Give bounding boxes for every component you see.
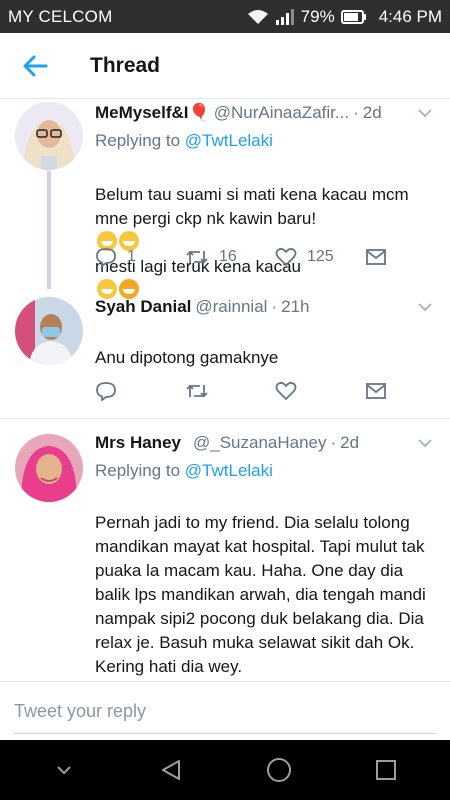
tweet-text-line1: Pernah jadi to my friend. Dia selalu tol… — [95, 513, 426, 676]
nav-down-icon — [57, 766, 71, 775]
dm-icon — [366, 249, 386, 265]
tweet-item[interactable]: Mrs Haney @_SuzanaHaney · 2d Replying to… — [0, 419, 450, 681]
system-nav-bar — [0, 740, 450, 800]
thread-feed[interactable]: MeMyself&I🎈 @NurAinaaZafir... · 2d Reply… — [0, 99, 450, 681]
timestamp: 2d — [340, 433, 360, 452]
tweet-text-line1: Anu dipotong gamaknye — [95, 348, 279, 367]
dm-button[interactable] — [365, 247, 387, 267]
retweet-count: 16 — [219, 248, 237, 265]
status-icons: 79% 4:46 PM — [247, 7, 442, 27]
retweet-icon — [186, 384, 208, 398]
thread-connector — [47, 171, 51, 289]
status-bar: MY CELCOM 79% 4:46 PM — [0, 0, 450, 33]
retweet-button[interactable] — [185, 381, 275, 401]
like-icon — [275, 247, 297, 267]
username[interactable]: @_SuzanaHaney — [193, 433, 327, 453]
dm-icon — [366, 383, 386, 399]
retweet-icon — [186, 250, 208, 264]
signal-icon — [275, 8, 295, 25]
nav-home-icon — [266, 758, 291, 782]
tweet-text: Belum tau suami si mati kena kacau mcm m… — [95, 159, 438, 303]
replying-to: Replying to @TwtLelaki — [95, 461, 273, 481]
app-bar: Thread — [0, 33, 450, 99]
tweet-actions — [95, 381, 395, 401]
display-name[interactable]: Syah Danial — [95, 297, 191, 317]
replying-to: Replying to @TwtLelaki — [95, 131, 273, 151]
back-button[interactable] — [0, 33, 70, 99]
nav-home-button[interactable] — [249, 740, 309, 800]
separator-dot: · — [353, 103, 359, 122]
tweet-text: Anu dipotong gamaknye — [95, 322, 438, 370]
dm-button[interactable] — [365, 381, 387, 401]
reply-input[interactable] — [14, 696, 434, 726]
chevron-down-icon — [418, 438, 432, 447]
timestamp: 21h — [281, 297, 310, 316]
nav-recents-button[interactable] — [356, 740, 416, 800]
display-name[interactable]: MeMyself&I🎈 — [95, 103, 210, 123]
separator-dot: · — [330, 433, 337, 452]
like-button[interactable]: 125 — [275, 247, 365, 267]
tweet-header: MeMyself&I🎈 @NurAinaaZafir... · 2d — [95, 102, 436, 124]
timestamp: 2d — [362, 103, 382, 122]
username[interactable]: @rainnial — [195, 297, 267, 317]
chevron-down-icon — [418, 302, 432, 311]
battery-icon — [340, 9, 367, 25]
back-arrow-icon — [23, 55, 48, 76]
nav-back-button[interactable] — [141, 740, 201, 800]
tweet-menu-button[interactable] — [414, 102, 436, 124]
nav-down-button[interactable] — [34, 740, 94, 800]
like-button[interactable] — [275, 381, 365, 401]
reply-count: 1 — [127, 248, 136, 265]
replying-to-handle[interactable]: @TwtLelaki — [185, 461, 273, 480]
avatar[interactable] — [15, 102, 83, 170]
chevron-down-icon — [418, 108, 432, 117]
nav-recents-icon — [376, 760, 397, 780]
replying-label: Replying to — [95, 131, 181, 150]
tweet-header: Syah Danial @rainnial · 21h — [95, 296, 436, 318]
tweet-text: Pernah jadi to my friend. Dia selalu tol… — [95, 487, 438, 679]
tweet-text-line1: Belum tau suami si mati kena kacau mcm m… — [95, 185, 409, 228]
retweet-button[interactable]: 16 — [185, 247, 275, 267]
tweet-item[interactable]: MeMyself&I🎈 @NurAinaaZafir... · 2d Reply… — [0, 99, 450, 299]
carrier-label: MY CELCOM — [8, 6, 113, 26]
reply-composer — [0, 681, 450, 740]
display-name[interactable]: Mrs Haney — [95, 433, 181, 453]
replying-to-handle[interactable]: @TwtLelaki — [185, 131, 273, 150]
username[interactable]: @NurAinaaZafir... — [214, 103, 349, 123]
tweet-menu-button[interactable] — [414, 296, 436, 318]
reply-icon — [96, 382, 116, 401]
like-icon — [275, 381, 297, 401]
reply-button[interactable] — [95, 381, 185, 401]
input-underline — [14, 733, 436, 734]
battery-percent: 79% — [300, 6, 335, 26]
like-count: 125 — [307, 248, 334, 265]
avatar[interactable] — [15, 434, 83, 502]
reply-button[interactable]: 1 — [95, 247, 185, 267]
tweet-actions: 1 16 125 — [95, 247, 395, 267]
page-title: Thread — [90, 53, 161, 77]
avatar[interactable] — [15, 297, 83, 365]
tweet-header: Mrs Haney @_SuzanaHaney · 2d — [95, 432, 436, 454]
nav-back-icon — [162, 760, 181, 780]
replying-label: Replying to — [95, 461, 181, 480]
tweet-item[interactable]: Syah Danial @rainnial · 21h Anu dipotong… — [0, 289, 450, 419]
reply-icon — [96, 248, 116, 267]
separator-dot: · — [271, 297, 278, 316]
clock: 4:46 PM — [378, 6, 442, 26]
tweet-menu-button[interactable] — [414, 432, 436, 454]
wifi-icon — [247, 9, 269, 25]
